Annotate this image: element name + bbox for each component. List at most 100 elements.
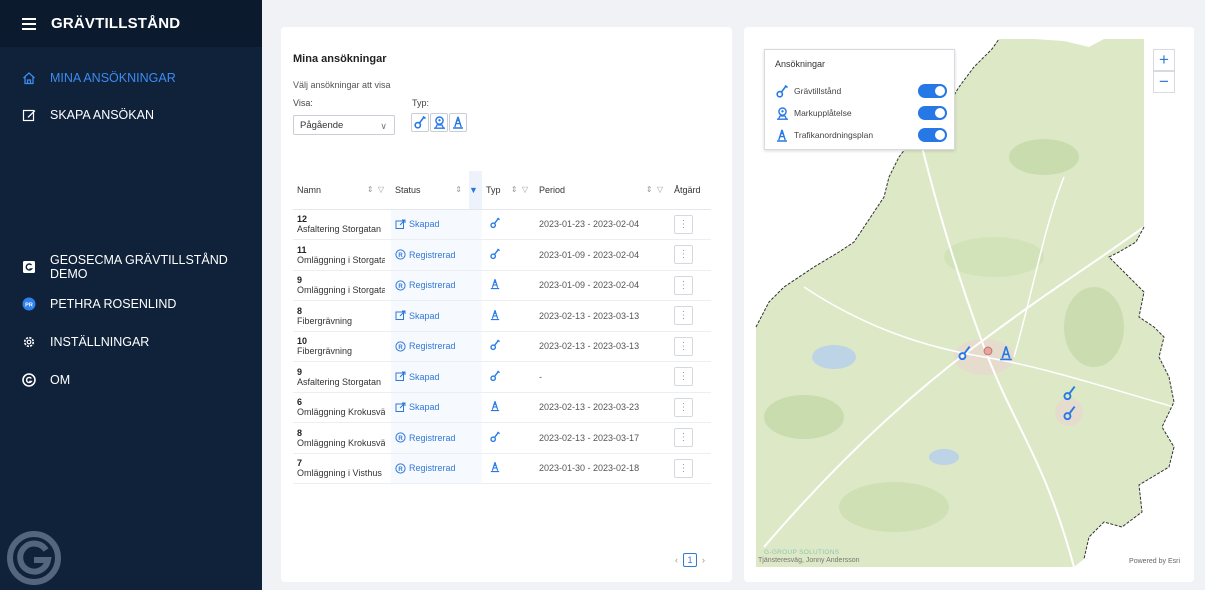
row-name: Omläggning i Storgata	[297, 285, 385, 296]
sidebar-item-skapa-ansokan[interactable]: SKAPA ANSÖKAN	[0, 104, 262, 126]
column-label: Åtgärd	[674, 184, 701, 195]
sidebar-item-label: MINA ANSÖKNINGAR	[50, 71, 176, 85]
svg-text:R: R	[398, 345, 403, 351]
cell-typ	[482, 453, 535, 484]
next-page-button[interactable]: ›	[702, 555, 705, 565]
map-marker-traffic-icon[interactable]	[998, 345, 1014, 361]
visa-select[interactable]: Pågående ∨	[293, 115, 395, 135]
settings-icon	[22, 335, 36, 349]
row-actions-button[interactable]: ⋮	[674, 428, 693, 448]
sidebar-item-user[interactable]: PR PETHRA ROSENLIND	[0, 293, 262, 315]
sidebar: GRÄVTILLSTÅND MINA ANSÖKNINGAR SKAPA ANS…	[0, 0, 262, 590]
sidebar-item-mina-ansokningar[interactable]: MINA ANSÖKNINGAR	[0, 67, 262, 89]
cell-namn: 7 Omläggning i Visthus	[293, 453, 391, 484]
legend-item-markupplatelse: Markupplåtelse	[775, 105, 949, 121]
sidebar-item-label: GEOSECMA GRÄVTILLSTÅND DEMO	[50, 253, 228, 281]
created-status-icon	[395, 219, 406, 229]
edit-icon	[22, 108, 36, 122]
menu-icon[interactable]	[22, 18, 36, 30]
row-name: Omläggning i Visthus	[297, 468, 382, 479]
prev-page-button[interactable]: ‹	[675, 555, 678, 565]
status-text: Registrerad	[409, 249, 456, 260]
row-actions-button[interactable]: ⋮	[674, 214, 693, 234]
row-actions-button[interactable]: ⋮	[674, 397, 693, 417]
status-label[interactable]: R Registrerad	[395, 249, 482, 260]
row-id: 12	[297, 214, 308, 225]
toggle-markupplatelse[interactable]	[918, 106, 947, 120]
pagination: ‹ 1 ›	[675, 553, 705, 567]
map-marker-location-icon[interactable]	[980, 345, 996, 361]
panel-title: Mina ansökningar	[293, 53, 387, 65]
row-actions-button[interactable]: ⋮	[674, 245, 693, 265]
filter-traffic-button[interactable]	[449, 113, 467, 132]
legend-title: Ansökningar	[775, 59, 826, 69]
row-actions-button[interactable]: ⋮	[674, 275, 693, 295]
table-row[interactable]: 7 Omläggning i Visthus R Registrerad 2023-01…	[293, 453, 711, 484]
column-header-period[interactable]: Period ⇕ ▽	[535, 171, 670, 210]
row-id: 8	[297, 427, 303, 438]
sort-filter-icon[interactable]: ⇕ ▽	[367, 185, 385, 194]
filter-location-button[interactable]	[430, 113, 448, 132]
cell-period: 2023-01-23 - 2023-02-04	[535, 209, 670, 240]
sidebar-item-installningar[interactable]: INSTÄLLNINGAR	[0, 331, 262, 353]
status-label[interactable]: Skapad	[395, 371, 482, 382]
column-header-namn[interactable]: Namn ⇕ ▽	[293, 171, 391, 210]
zoom-in-button[interactable]: +	[1153, 49, 1175, 71]
typ-label: Typ:	[412, 98, 430, 108]
toggle-gravtillstand[interactable]	[918, 84, 947, 98]
svg-text:R: R	[398, 436, 403, 442]
cell-status: R Registrerad	[391, 239, 482, 271]
table-row[interactable]: 12 Asfaltering Storgatan Skapad 2023-01-23 …	[293, 209, 711, 240]
cell-status: Skapad	[391, 392, 482, 423]
table-row[interactable]: 8 Fibergrävning Skapad 2023-02-13 - 2023-03…	[293, 300, 711, 332]
row-actions-button[interactable]: ⋮	[674, 306, 693, 326]
status-label[interactable]: R Registrerad	[395, 341, 482, 352]
row-actions-button[interactable]: ⋮	[674, 336, 693, 356]
sidebar-item-om[interactable]: OM	[0, 369, 262, 391]
column-header-atgard: Åtgärd	[670, 171, 711, 210]
table-row[interactable]: 11 Omläggning i Storgata R Registrerad 2023-…	[293, 239, 711, 271]
map-legend: Ansökningar Grävtillstånd Markupplåtelse…	[764, 49, 955, 150]
status-label[interactable]: Skapad	[395, 219, 482, 230]
legend-item-label: Markupplåtelse	[794, 108, 852, 118]
zoom-out-button[interactable]: −	[1153, 71, 1175, 93]
map-marker-shovel-icon[interactable]	[957, 345, 973, 361]
sort-filter-icon[interactable]: ⇕ ▽	[511, 185, 529, 194]
sort-filter-icon[interactable]: ⇕	[455, 185, 463, 194]
filter-shovel-button[interactable]	[411, 113, 429, 132]
table-row[interactable]: 6 Omläggning Krokusvä Skapad 2023-02-13 - 2…	[293, 392, 711, 423]
status-label[interactable]: R Registrerad	[395, 280, 482, 291]
status-label[interactable]: Skapad	[395, 310, 482, 321]
table-row[interactable]: 9 Asfaltering Storgatan Skapad - ⋮	[293, 361, 711, 393]
sort-filter-icon[interactable]: ⇕ ▽	[646, 185, 664, 194]
status-text: Skapad	[409, 219, 440, 230]
column-header-typ[interactable]: Typ ⇕ ▽	[482, 171, 535, 210]
status-label[interactable]: R Registrerad	[395, 463, 482, 474]
map-marker-shovel-icon[interactable]	[1062, 405, 1078, 421]
sidebar-item-organisation[interactable]: GEOSECMA GRÄVTILLSTÅND DEMO	[0, 253, 262, 281]
shovel-icon	[414, 116, 426, 129]
cell-atgard: ⋮	[670, 239, 711, 271]
esri-attribution[interactable]: Powered by Esri	[1129, 558, 1180, 565]
toggle-trafikanordningsplan[interactable]	[918, 128, 947, 142]
svg-text:R: R	[398, 284, 403, 290]
column-label: Period	[539, 184, 566, 195]
status-label[interactable]: Skapad	[395, 402, 482, 413]
status-filter-active[interactable]: ▼	[469, 171, 482, 210]
status-label[interactable]: R Registrerad	[395, 432, 482, 443]
row-actions-button[interactable]: ⋮	[674, 367, 693, 387]
cell-typ	[482, 270, 535, 301]
cell-namn: 9 Asfaltering Storgatan	[293, 361, 391, 393]
page-button-current[interactable]: 1	[683, 553, 697, 567]
chevron-down-icon: ∨	[380, 121, 387, 131]
visa-label: Visa:	[293, 98, 313, 108]
table-row[interactable]: 9 Omläggning i Storgata R Registrerad 2023-0…	[293, 270, 711, 301]
row-name: Asfaltering Storgatan	[297, 376, 382, 387]
row-actions-button[interactable]: ⋮	[674, 458, 693, 478]
map-marker-shovel-icon[interactable]	[1062, 385, 1078, 401]
legend-item-label: Trafikanordningsplan	[794, 130, 874, 140]
created-status-icon	[395, 402, 406, 412]
table-row[interactable]: 8 Omläggning Krokusvä R Registrerad 2023-02-…	[293, 422, 711, 454]
table-row[interactable]: 10 Fibergrävning R Registrerad 2023-02-13 - …	[293, 331, 711, 362]
column-header-status[interactable]: Status ⇕	[391, 171, 469, 210]
